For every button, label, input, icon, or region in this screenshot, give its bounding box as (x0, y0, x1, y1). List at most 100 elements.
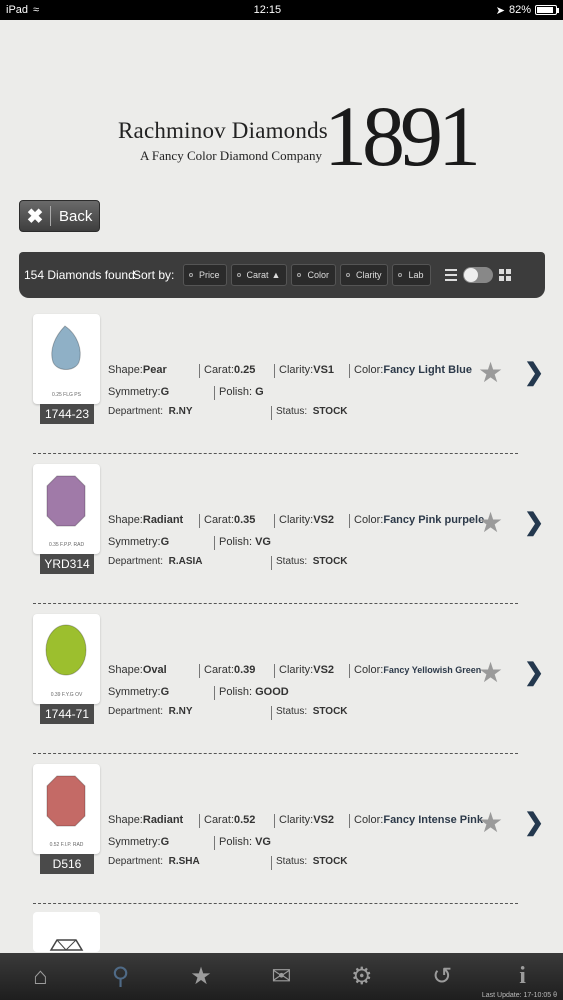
list-item[interactable]: 0.25 FLG PS 1744-23 Shape:Pear Carat:0.2… (0, 310, 563, 460)
status-label: Status: (276, 556, 308, 567)
sort-label: Sort by: (133, 268, 175, 282)
divider (33, 903, 518, 904)
chevron-right-icon[interactable]: ❯ (524, 508, 544, 537)
brand-name: Rachminov Diamonds (118, 118, 328, 143)
status-value: STOCK (312, 406, 348, 417)
diamond-image (46, 475, 86, 527)
department-value: R.NY (168, 406, 193, 417)
diamond-list: 0.25 FLG PS 1744-23 Shape: Pear Carat: 0.2… (0, 310, 563, 910)
status-value: STOCK (312, 556, 348, 567)
clarity-value: VS1 (313, 364, 335, 376)
clock: 12:15 (253, 4, 282, 16)
diamond-thumbnail[interactable]: 0.35 F.P.P. RAD (33, 464, 100, 554)
chevron-right-icon[interactable]: ❯ (524, 808, 544, 837)
symmetry-value: G (160, 686, 170, 698)
clarity-label: Clarity: (279, 814, 314, 826)
search-icon: ⚲ (111, 963, 130, 990)
star-icon: ★ (190, 963, 212, 990)
favorite-star-icon[interactable]: ★ (478, 806, 503, 839)
sort-lab-button[interactable]: Lab (392, 264, 431, 286)
sort-price-button[interactable]: Price (183, 264, 227, 286)
tab-home[interactable]: ⌂ (0, 953, 80, 1000)
thumbnail-caption: 0.25 FLG PS (52, 392, 81, 398)
location-icon: ➤ (495, 4, 505, 17)
divider (50, 206, 51, 226)
color-label: Color: (354, 364, 384, 376)
favorite-star-icon[interactable]: ★ (478, 356, 503, 389)
list-item[interactable]: 0.52 F.I.P. RAD D516 Shape:Radiant Carat… (0, 760, 563, 910)
clarity-value: VS2 (313, 814, 335, 826)
department-value: R.SHA (168, 856, 200, 867)
radio-icon (189, 273, 193, 277)
list-view-icon[interactable] (444, 269, 457, 281)
divider (33, 453, 518, 454)
shape-value: Oval (142, 664, 167, 676)
diamond-image (51, 325, 81, 370)
divider (33, 753, 518, 754)
clarity-label: Clarity: (279, 364, 314, 376)
grid-view-icon[interactable] (498, 269, 511, 281)
battery-icon (534, 5, 559, 15)
polish-label: Polish: (219, 686, 253, 698)
sort-option-label: Color (307, 270, 329, 280)
list-item[interactable]: 0.39 F.Y.G OV 1744-71 Shape:Oval Carat:0… (0, 610, 563, 760)
sort-option-label: Carat (246, 270, 269, 280)
back-label: Back (59, 207, 93, 225)
tab-sync[interactable]: ↺ (402, 953, 482, 1000)
tab-search[interactable]: ⚲ (80, 953, 160, 1000)
sort-color-button[interactable]: Color (291, 264, 336, 286)
sort-carat-button[interactable]: Carat ▲ (230, 264, 288, 286)
tab-favorites[interactable]: ★ (161, 953, 241, 1000)
diamond-thumbnail[interactable]: 0.25 FLG PS (33, 314, 100, 404)
thumbnail-caption: 0.52 F.I.P. RAD (49, 842, 84, 848)
stock-code: 1744-71 (40, 704, 94, 724)
polish-value: G (255, 386, 264, 398)
view-toggle[interactable] (462, 267, 493, 283)
color-value: Fancy Light Blue (383, 364, 472, 376)
tab-mail[interactable]: ✉ (241, 953, 321, 1000)
stock-code: YRD314 (40, 554, 94, 574)
diamond-image (45, 624, 87, 676)
clarity-label: Clarity: (279, 514, 314, 526)
symmetry-value: G (160, 386, 170, 398)
sort-clarity-button[interactable]: Clarity (339, 264, 389, 286)
carat-value: 0.25 (233, 364, 256, 376)
diamond-image (46, 775, 86, 827)
shape-label: Shape: (108, 664, 143, 676)
clarity-value: VS2 (313, 664, 335, 676)
status-label: Status: (276, 856, 308, 867)
radio-icon (345, 273, 350, 277)
carat-label: Carat: (204, 814, 234, 826)
symmetry-label: Symmetry: (108, 536, 161, 548)
shape-value: Radiant (142, 814, 184, 826)
status-value: STOCK (312, 706, 348, 717)
symmetry-label: Symmetry: (108, 386, 161, 398)
carat-label: Carat: (204, 514, 234, 526)
sort-option-label: Lab (408, 270, 424, 280)
sort-option-label: Price (199, 270, 220, 280)
chevron-right-icon[interactable]: ❯ (524, 658, 544, 687)
color-value: Fancy Intense Pink (383, 814, 483, 826)
thumbnail-caption: 0.39 F.Y.G OV (50, 692, 83, 698)
favorite-star-icon[interactable]: ★ (478, 506, 503, 539)
device-name: iPad (6, 4, 29, 16)
diamond-thumbnail[interactable]: 0.39 F.Y.G OV (33, 614, 100, 704)
tab-bar: ⌂ ⚲ ★ ✉ ⚙ ↺ i Last Update: 17-10:05 θ (0, 953, 563, 1000)
thumbnail-caption: 0.35 F.P.P. RAD (48, 542, 85, 548)
back-button[interactable]: ✖ Back (19, 200, 100, 232)
stock-code: 1744-23 (40, 404, 94, 424)
shape-value: Pear (142, 364, 167, 376)
mail-icon: ✉ (271, 963, 292, 990)
brand-year: 1891 (324, 88, 481, 184)
diamond-thumbnail[interactable]: 0.52 F.I.P. RAD (33, 764, 100, 854)
list-item-partial[interactable] (33, 912, 100, 952)
favorite-star-icon[interactable]: ★ (478, 656, 503, 689)
list-item[interactable]: 0.35 F.P.P. RAD YRD314 Shape:Radiant Car… (0, 460, 563, 610)
tab-settings[interactable]: ⚙ (322, 953, 402, 1000)
brand-tagline: A Fancy Color Diamond Company (140, 148, 322, 163)
sync-icon: ↺ (432, 963, 453, 990)
chevron-right-icon[interactable]: ❯ (524, 358, 544, 387)
polish-value: VG (255, 836, 271, 848)
shape-label: Shape: (108, 814, 143, 826)
divider (33, 603, 518, 604)
